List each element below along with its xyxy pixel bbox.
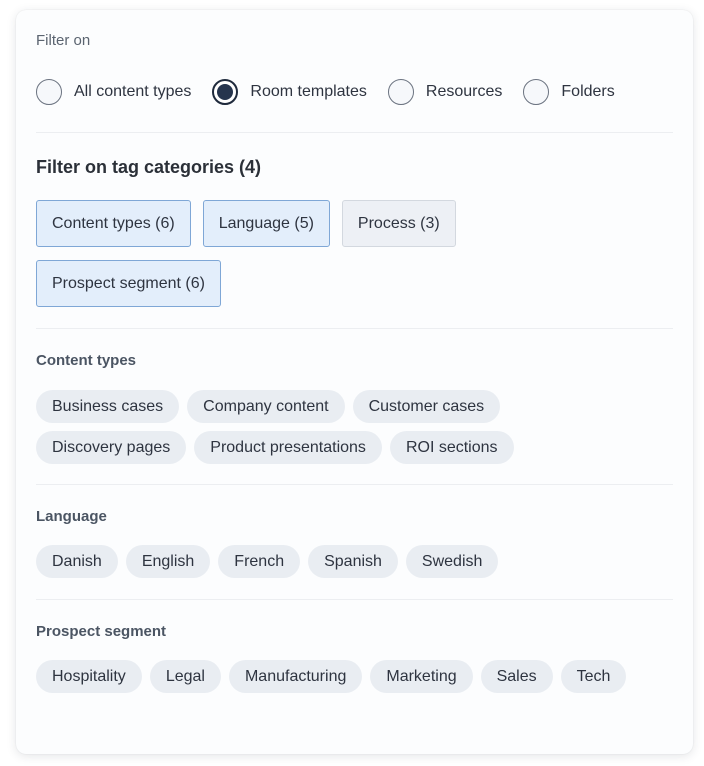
category-button-process[interactable]: Process (3) [341,200,456,247]
radio-folders[interactable]: Folders [523,79,615,105]
radio-label: All content types [74,83,192,100]
category-button-content-types[interactable]: Content types (6) [36,200,191,247]
group-title-prospect-segment: Prospect segment [36,623,167,640]
tag-chip[interactable]: English [125,545,211,578]
tag-chip[interactable]: Sales [480,660,553,693]
tag-chip[interactable]: Business cases [36,390,180,423]
tag-chip[interactable]: Discovery pages [36,431,187,464]
tag-chip[interactable]: Tech [560,660,627,693]
group-title-content-types: Content types [36,352,137,369]
category-button-language[interactable]: Language (5) [202,200,330,247]
tag-categories-title: Filter on tag categories (4) [36,157,262,177]
tag-category-buttons: Content types (6) Language (5) Process (… [36,200,506,320]
radio-unchecked-icon[interactable] [523,79,550,105]
tag-chip[interactable]: Manufacturing [228,660,363,693]
radio-label: Room templates [250,83,367,100]
radio-unchecked-icon[interactable] [36,79,62,105]
prospect-segment-tags: Hospitality Legal Manufacturing Marketin… [36,660,636,701]
filter-on-label: Filter on [36,32,91,49]
content-types-tags: Business cases Company content Customer … [36,390,636,472]
tag-chip[interactable]: Spanish [308,545,398,578]
radio-unchecked-icon[interactable] [387,79,414,105]
divider [36,599,673,600]
tag-chip[interactable]: Hospitality [36,660,142,693]
language-tags: Danish English French Spanish Swedish [36,545,636,586]
radio-label: Resources [425,83,503,100]
radio-room-templates[interactable]: Room templates [212,79,367,105]
tag-chip[interactable]: Legal [149,660,221,693]
tag-chip[interactable]: ROI sections [389,431,514,464]
category-button-prospect-segment[interactable]: Prospect segment (6) [36,260,221,307]
radio-all-content-types[interactable]: All content types [36,79,191,105]
tag-chip[interactable]: Danish [36,545,118,578]
radio-resources[interactable]: Resources [387,79,503,105]
radio-dot-icon [217,84,234,100]
radio-checked-icon[interactable] [212,79,239,105]
divider [36,132,673,133]
radio-label: Folders [561,83,615,100]
group-title-language: Language [36,508,107,525]
tag-chip[interactable]: Swedish [405,545,499,578]
divider [36,484,673,485]
tag-chip[interactable]: Product presentations [194,431,382,464]
tag-chip[interactable]: Company content [187,390,345,423]
tag-chip[interactable]: French [218,545,301,578]
tag-chip[interactable]: Customer cases [352,390,501,423]
filter-panel: Filter on All content types Room templat… [16,10,693,754]
tag-chip[interactable]: Marketing [370,660,473,693]
divider [36,328,673,329]
content-type-radio-group: All content types Room templates Resourc… [36,79,636,105]
